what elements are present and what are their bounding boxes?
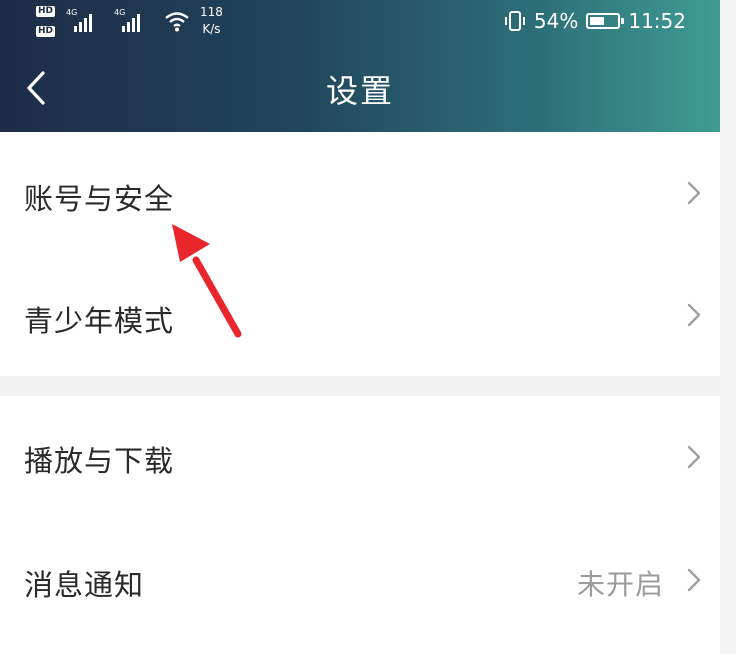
settings-item-label: 账号与安全 xyxy=(24,182,175,216)
annotation-arrow-icon xyxy=(172,224,242,338)
battery-fill xyxy=(590,17,605,25)
screen-edge xyxy=(720,0,736,654)
section-divider xyxy=(0,376,720,396)
settings-item-label: 消息通知 xyxy=(24,568,145,602)
cellular-signal-icon: 4G xyxy=(114,8,142,32)
settings-item-account-security[interactable]: 账号与安全 xyxy=(0,132,720,254)
settings-item-label: 青少年模式 xyxy=(24,304,175,338)
cellular-signal-icon: 4G xyxy=(66,8,94,32)
settings-item-value: 未开启 xyxy=(576,568,664,601)
network-speed-unit: K/s xyxy=(202,22,221,36)
header: HD HD 4G 4G 118 K/s 54% 11:52 设置 xyxy=(0,0,720,132)
hd-badge: HD xyxy=(36,6,56,17)
network-speed: 118 K/s xyxy=(200,4,223,38)
wifi-icon xyxy=(165,12,189,32)
battery-icon xyxy=(586,13,625,29)
clock: 11:52 xyxy=(628,9,686,33)
settings-item-teen-mode[interactable]: 青少年模式 xyxy=(0,254,720,376)
settings-item-label: 播放与下载 xyxy=(24,444,175,478)
network-speed-value: 118 xyxy=(200,5,223,19)
status-right: 54% 11:52 xyxy=(504,6,686,36)
settings-item-notifications[interactable]: 消息通知 未开启 xyxy=(0,520,720,654)
chevron-right-icon xyxy=(687,568,701,592)
vibrate-icon xyxy=(504,11,525,31)
chevron-right-icon xyxy=(687,181,701,205)
battery-percent: 54% xyxy=(533,9,579,33)
nav-bar: 设置 xyxy=(0,46,720,132)
settings-screen: HD HD 4G 4G 118 K/s 54% 11:52 设置 账号与安全 青… xyxy=(0,0,720,654)
page-title: 设置 xyxy=(325,72,394,110)
status-bar: HD HD 4G 4G 118 K/s 54% 11:52 xyxy=(0,0,720,46)
chevron-right-icon xyxy=(687,445,701,469)
hd-badge: HD xyxy=(36,26,56,37)
chevron-right-icon xyxy=(687,303,701,327)
settings-item-playback-download[interactable]: 播放与下载 xyxy=(0,396,720,520)
